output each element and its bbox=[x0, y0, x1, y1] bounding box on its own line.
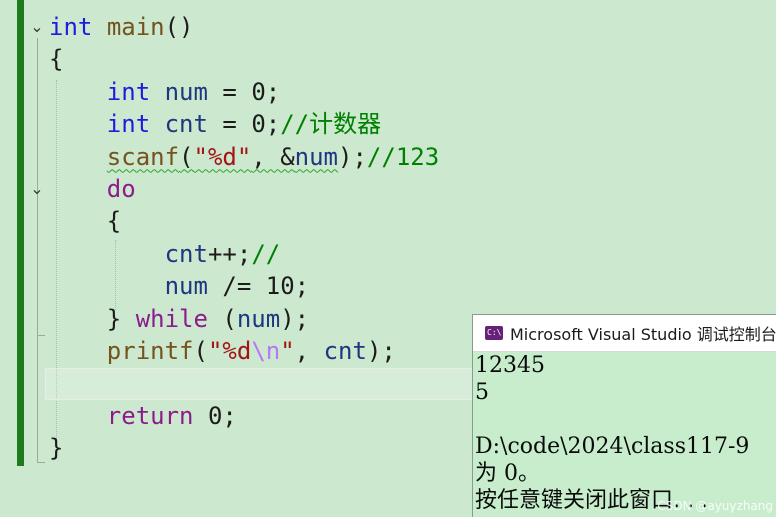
change-tracking-bar bbox=[17, 0, 24, 466]
code-line[interactable]: do bbox=[49, 173, 136, 205]
current-line-highlight bbox=[45, 368, 485, 400]
code-line[interactable]: num /= 10; bbox=[49, 270, 310, 302]
code-token: ( bbox=[207, 304, 237, 333]
chevron-down-icon[interactable]: ⌄ bbox=[29, 19, 45, 35]
code-token: "%d" bbox=[193, 142, 252, 171]
code-token: { bbox=[49, 207, 122, 236]
code-token: cnt bbox=[323, 337, 367, 365]
code-token: \n bbox=[251, 337, 281, 365]
console-app-icon-label: C:\ bbox=[487, 328, 502, 337]
code-token: /= 10; bbox=[207, 272, 310, 301]
code-token: = 0; bbox=[207, 110, 281, 139]
code-line[interactable]: { bbox=[49, 43, 63, 75]
debug-console-window[interactable]: C:\ Microsoft Visual Studio 调试控制台 12345 … bbox=[472, 314, 776, 517]
code-token: ); bbox=[366, 337, 396, 365]
code-line[interactable]: int num = 0; bbox=[49, 76, 280, 108]
console-output-line: 12345 bbox=[475, 353, 545, 378]
code-token: // bbox=[251, 239, 281, 268]
code-token: 0; bbox=[193, 401, 237, 430]
code-line[interactable]: int main() bbox=[49, 11, 194, 43]
console-output-line: 为 0。 bbox=[475, 461, 540, 486]
code-token: } bbox=[49, 434, 64, 463]
code-token: num bbox=[164, 272, 208, 301]
code-line[interactable]: int cnt = 0;//计数器 bbox=[49, 108, 381, 140]
code-token: return bbox=[106, 401, 194, 430]
code-token: num bbox=[164, 77, 208, 106]
fold-guide-line bbox=[37, 200, 38, 335]
code-line[interactable]: } bbox=[49, 432, 63, 464]
console-output: 12345 5 D:\code\2024\class117-9 为 0。 按任意… bbox=[475, 352, 775, 514]
chevron-down-icon[interactable]: ⌄ bbox=[29, 181, 45, 197]
code-token: "%d bbox=[207, 337, 252, 365]
code-token: int bbox=[106, 110, 151, 139]
code-token: } bbox=[49, 304, 136, 333]
code-token: main bbox=[106, 13, 165, 41]
console-title: Microsoft Visual Studio 调试控制台 bbox=[510, 325, 776, 344]
code-token: ( bbox=[193, 337, 208, 365]
console-app-icon: C:\ bbox=[485, 326, 503, 340]
code-token: ( bbox=[179, 142, 194, 171]
code-token: num bbox=[294, 142, 339, 171]
code-line[interactable]: scanf("%d", &num);//123 bbox=[49, 141, 439, 173]
code-token: " bbox=[280, 337, 295, 365]
code-token: cnt bbox=[164, 239, 208, 268]
code-token: //计数器 bbox=[280, 110, 382, 139]
console-output-line: 5 bbox=[475, 380, 489, 405]
console-titlebar[interactable]: C:\ Microsoft Visual Studio 调试控制台 bbox=[473, 315, 776, 352]
fold-guide-end bbox=[37, 462, 45, 463]
code-line[interactable]: } while (num); bbox=[49, 303, 309, 335]
code-token: , bbox=[294, 337, 324, 365]
code-line[interactable]: { bbox=[49, 205, 121, 237]
code-line[interactable]: printf("%d\n", cnt); bbox=[49, 335, 396, 367]
code-token: scanf bbox=[106, 142, 180, 171]
code-token: { bbox=[49, 45, 64, 74]
code-token: int bbox=[106, 77, 151, 106]
code-token: ); bbox=[280, 304, 310, 333]
code-line[interactable]: return 0; bbox=[49, 400, 237, 432]
code-token: ); bbox=[338, 142, 367, 171]
console-output-line: D:\code\2024\class117-9 bbox=[475, 434, 750, 459]
watermark: CSDN @ayuyzhang bbox=[657, 499, 773, 513]
code-token: () bbox=[164, 13, 194, 41]
fold-guide-end bbox=[37, 335, 45, 336]
code-token: = 0; bbox=[207, 77, 281, 106]
code-token: while bbox=[135, 304, 208, 333]
code-token: //123 bbox=[366, 142, 440, 171]
code-token: do bbox=[106, 175, 136, 203]
code-line[interactable]: cnt++;// bbox=[49, 238, 281, 270]
code-token: int bbox=[49, 13, 93, 41]
code-token: cnt bbox=[164, 110, 208, 139]
code-token: , & bbox=[251, 142, 295, 171]
code-token: num bbox=[236, 304, 281, 333]
code-token: ++; bbox=[207, 239, 252, 268]
code-token: printf bbox=[106, 337, 194, 365]
